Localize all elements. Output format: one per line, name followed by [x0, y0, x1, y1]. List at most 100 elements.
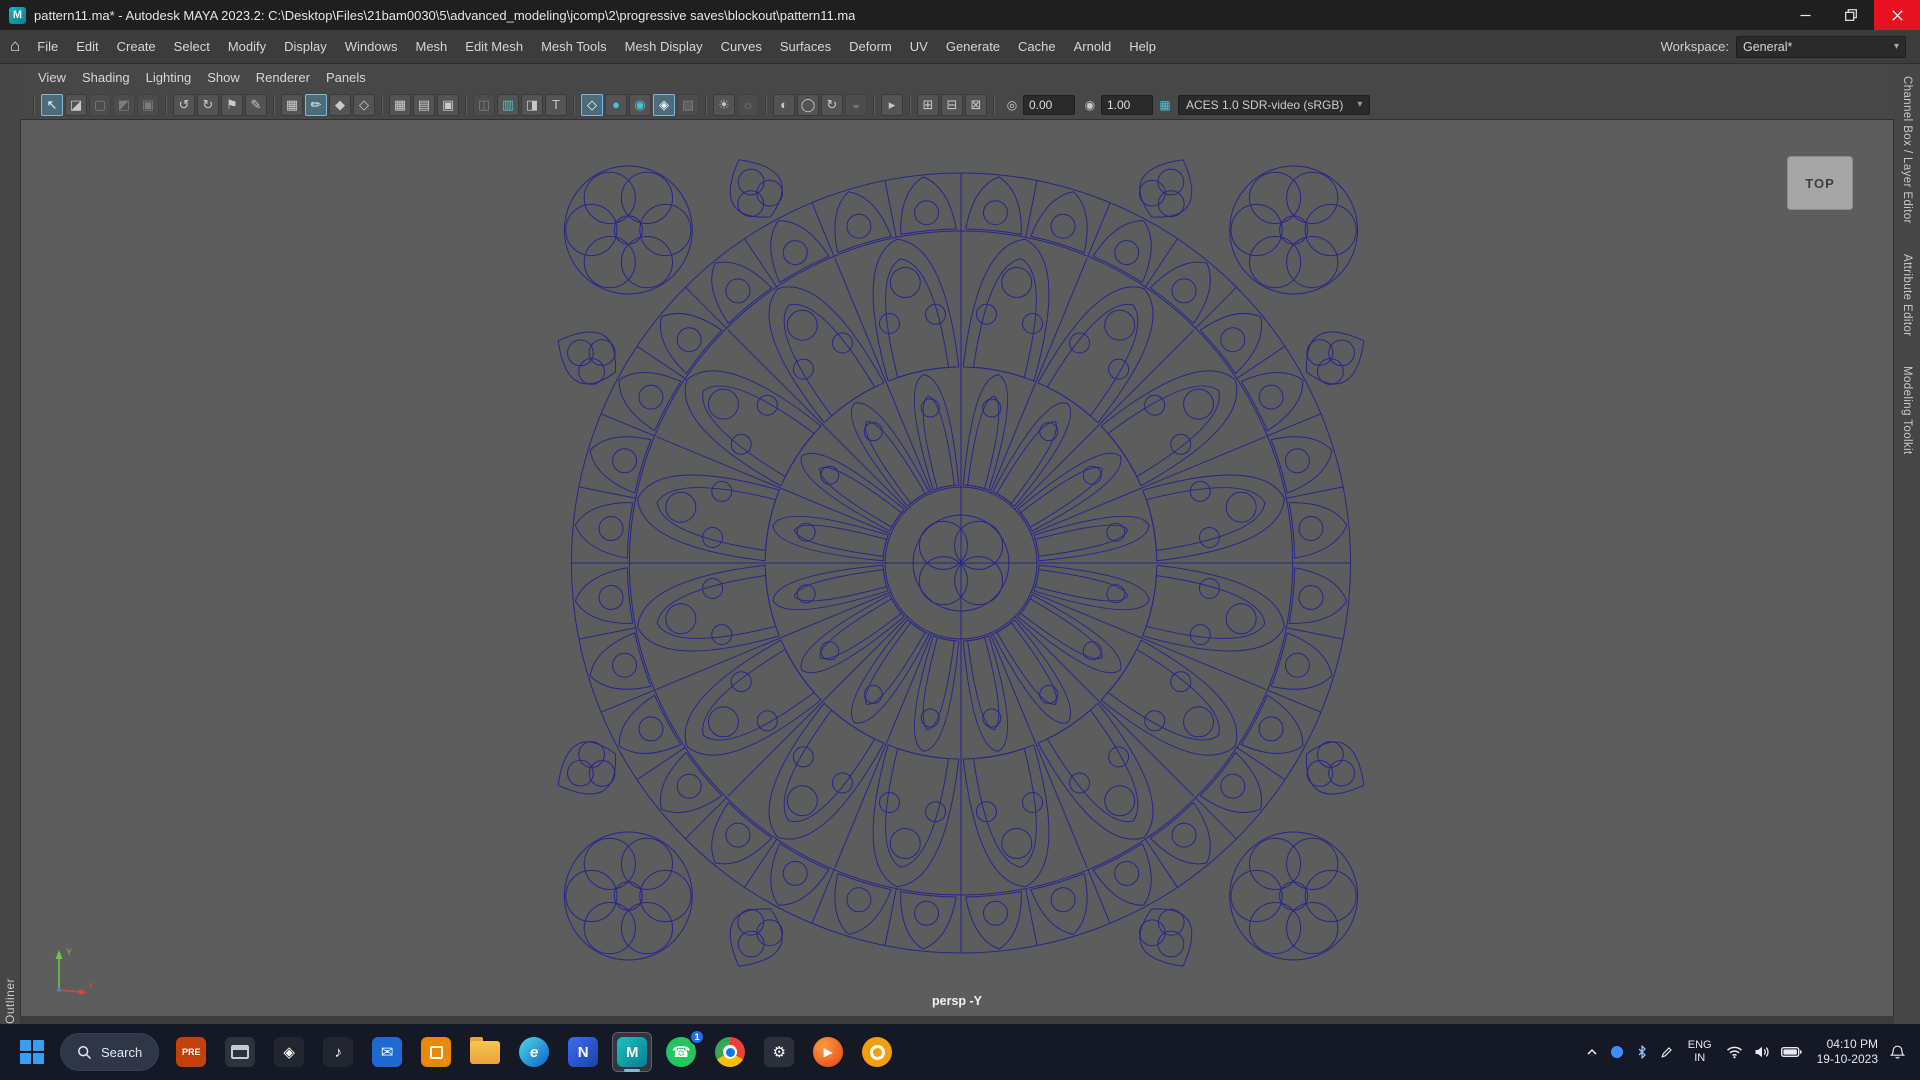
isolate-remove-icon[interactable]: ⊟ — [941, 94, 963, 116]
menu-windows[interactable]: Windows — [336, 34, 407, 59]
battery-icon[interactable] — [1781, 1046, 1802, 1058]
panel-menu-shading[interactable]: Shading — [74, 67, 138, 88]
coord-field-icon[interactable]: ◎ — [1003, 96, 1021, 114]
single-pane-icon[interactable]: ◫ — [473, 94, 495, 116]
close-button[interactable] — [1874, 0, 1920, 30]
four-pane-icon[interactable]: ▥ — [497, 94, 519, 116]
start-button[interactable] — [12, 1032, 52, 1072]
annotate-icon[interactable]: ✎ — [245, 94, 267, 116]
pen-icon[interactable] — [1660, 1046, 1674, 1059]
taskbar-app-media-player[interactable]: ▶ — [808, 1032, 848, 1072]
taskbar-app-mail-app[interactable]: ✉ — [367, 1032, 407, 1072]
select-object-icon[interactable]: ▢ — [89, 94, 111, 116]
home-icon[interactable]: ⌂ — [8, 36, 28, 58]
coord-field-input[interactable] — [1023, 95, 1075, 115]
default-light-icon[interactable]: ☀ — [713, 94, 735, 116]
panel-menu-renderer[interactable]: Renderer — [248, 67, 318, 88]
menu-generate[interactable]: Generate — [937, 34, 1009, 59]
taskbar-app-settings[interactable]: ⚙ — [759, 1032, 799, 1072]
taskbar-app-cube-app[interactable]: ◈ — [269, 1032, 309, 1072]
taskbar-app-onenote-app[interactable]: N — [563, 1032, 603, 1072]
select-asset-icon[interactable]: ▣ — [137, 94, 159, 116]
all-lights-icon[interactable]: ☼ — [737, 94, 759, 116]
snap-plane-icon[interactable]: ◇ — [353, 94, 375, 116]
checker-mode-icon[interactable]: ▨ — [677, 94, 699, 116]
language-indicator[interactable]: ENGIN — [1685, 1039, 1715, 1065]
menu-edit[interactable]: Edit — [67, 34, 107, 59]
menu-file[interactable]: File — [28, 34, 67, 59]
render-settings-icon[interactable]: ↻ — [821, 94, 843, 116]
clock[interactable]: 04:10 PM19-10-2023 — [1813, 1037, 1878, 1067]
workspace-dropdown[interactable]: General* ▾ — [1736, 36, 1906, 58]
hidden-icons-chevron-icon[interactable] — [1585, 1048, 1599, 1056]
menu-surfaces[interactable]: Surfaces — [771, 34, 840, 59]
taskbar-app-premiere[interactable]: PRE — [171, 1032, 211, 1072]
maximize-button[interactable] — [1828, 0, 1874, 30]
render-current-icon[interactable]: ◐ — [773, 94, 795, 116]
undo-icon[interactable]: ↺ — [173, 94, 195, 116]
scale-field-input[interactable] — [1101, 95, 1153, 115]
wifi-icon[interactable] — [1726, 1045, 1743, 1059]
snap-curve-icon[interactable]: ✏ — [305, 94, 327, 116]
select-component-icon[interactable]: ◩ — [113, 94, 135, 116]
panel-menu-show[interactable]: Show — [199, 67, 248, 88]
menu-mesh-tools[interactable]: Mesh Tools — [532, 34, 616, 59]
panel-menu-view[interactable]: View — [30, 67, 74, 88]
menu-mesh[interactable]: Mesh — [406, 34, 456, 59]
script-pane-icon[interactable]: T — [545, 94, 567, 116]
panel-tab-modeling-toolkit[interactable]: Modeling Toolkit — [1901, 366, 1913, 455]
notifications-icon[interactable] — [1889, 1044, 1906, 1061]
menu-curves[interactable]: Curves — [712, 34, 771, 59]
colorspace-icon[interactable]: ▦ — [1156, 96, 1174, 114]
object-mode-icon[interactable]: ▸ — [881, 94, 903, 116]
taskbar-app-music-app[interactable]: ♪ — [318, 1032, 358, 1072]
wire-on-shaded-icon[interactable]: ◈ — [653, 94, 675, 116]
panel-tab-attribute-editor[interactable]: Attribute Editor — [1901, 254, 1913, 336]
menu-arnold[interactable]: Arnold — [1065, 34, 1121, 59]
taskbar-app-maya[interactable]: M — [612, 1032, 652, 1072]
isolate-toggle-icon[interactable]: ⊠ — [965, 94, 987, 116]
render-pause-icon[interactable]: ◒ — [845, 94, 867, 116]
outliner-pane-icon[interactable]: ◨ — [521, 94, 543, 116]
menu-modify[interactable]: Modify — [219, 34, 275, 59]
bookmark-icon[interactable]: ⚑ — [221, 94, 243, 116]
snap-point-icon[interactable]: ◆ — [329, 94, 351, 116]
taskbar-app-edge-browser[interactable]: e — [514, 1032, 554, 1072]
menu-help[interactable]: Help — [1120, 34, 1165, 59]
menu-display[interactable]: Display — [275, 34, 336, 59]
shaded-mode-icon[interactable]: ● — [605, 94, 627, 116]
select-hierarchy-icon[interactable]: ◪ — [65, 94, 87, 116]
menu-select[interactable]: Select — [165, 34, 219, 59]
grid-toggle-icon[interactable]: ▦ — [389, 94, 411, 116]
menu-mesh-display[interactable]: Mesh Display — [616, 34, 712, 59]
taskbar-app-office-app[interactable] — [416, 1032, 456, 1072]
volume-icon[interactable] — [1754, 1045, 1770, 1059]
redo-icon[interactable]: ↻ — [197, 94, 219, 116]
taskbar-app-whatsapp[interactable]: ☎1 — [661, 1032, 701, 1072]
taskbar-app-autodesk-app[interactable] — [857, 1032, 897, 1072]
select-tool-icon[interactable]: ↖ — [41, 94, 63, 116]
film-gate-icon[interactable]: ▤ — [413, 94, 435, 116]
viewport[interactable]: TOP Y x persp -Y — [20, 120, 1894, 1016]
wireframe-mode-icon[interactable]: ◇ — [581, 94, 603, 116]
panel-tab-channel-box[interactable]: Channel Box / Layer Editor — [1901, 76, 1913, 224]
menu-uv[interactable]: UV — [901, 34, 937, 59]
taskbar-app-explorer-app[interactable] — [220, 1032, 260, 1072]
taskbar-app-chrome-browser[interactable] — [710, 1032, 750, 1072]
colorspace-dropdown[interactable]: ACES 1.0 SDR-video (sRGB)▾ — [1178, 95, 1370, 115]
isolate-add-icon[interactable]: ⊞ — [917, 94, 939, 116]
bluetooth-icon[interactable] — [1635, 1045, 1649, 1059]
scale-field-icon[interactable]: ◉ — [1081, 96, 1099, 114]
panel-menu-panels[interactable]: Panels — [318, 67, 374, 88]
panel-menu-lighting[interactable]: Lighting — [138, 67, 200, 88]
resolution-gate-icon[interactable]: ▣ — [437, 94, 459, 116]
textured-mode-icon[interactable]: ◉ — [629, 94, 651, 116]
menu-edit-mesh[interactable]: Edit Mesh — [456, 34, 532, 59]
ipr-render-icon[interactable]: ◯ — [797, 94, 819, 116]
menu-cache[interactable]: Cache — [1009, 34, 1065, 59]
search-box[interactable]: Search — [60, 1033, 159, 1071]
taskbar-app-file-explorer[interactable] — [465, 1032, 505, 1072]
menu-create[interactable]: Create — [108, 34, 165, 59]
snap-grid-icon[interactable]: ▦ — [281, 94, 303, 116]
teams-dot-icon[interactable] — [1610, 1046, 1624, 1058]
